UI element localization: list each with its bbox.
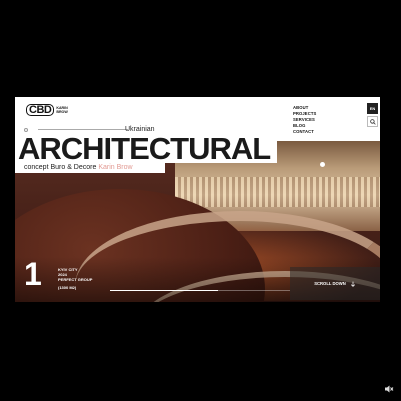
subtitle-text: concept Buro & Decore (24, 164, 97, 171)
mute-icon[interactable] (384, 384, 394, 394)
site-logo[interactable]: CBD KARIN BROW (26, 104, 68, 116)
logo-line-2: BROW (56, 110, 68, 114)
nav-item-services[interactable]: SERVICES (293, 117, 316, 122)
divider (38, 129, 128, 130)
author-name: Karin Brow (98, 164, 133, 171)
scroll-down-button[interactable]: SCROLL DOWN (290, 267, 380, 300)
nav-item-blog[interactable]: BLOG (293, 123, 316, 128)
slider-progress-fill (110, 290, 218, 291)
scroll-down-label: SCROLL DOWN (314, 281, 346, 286)
nav-item-about[interactable]: ABOUT (293, 105, 316, 110)
website-frame: CBD KARIN BROW ABOUT PROJECTS SERVICES B… (15, 97, 380, 302)
search-button[interactable] (367, 116, 378, 127)
project-number: 1 (24, 256, 42, 292)
nav-item-contact[interactable]: CONTACT (293, 129, 316, 134)
hero-title: ARCHITECTURAL (18, 131, 271, 166)
logo-mark: CBD (26, 104, 55, 116)
photo-slats (175, 177, 380, 207)
project-group: PERFECT GROUP (58, 277, 93, 282)
search-icon (369, 118, 376, 125)
logo-text: KARIN BROW (56, 106, 67, 114)
language-button[interactable]: EN (367, 103, 378, 114)
slider-progress[interactable] (110, 290, 290, 291)
project-area: (1300 M2) (58, 285, 77, 290)
hero-subtitle: concept Buro & Decore Karin Brow (24, 163, 133, 173)
project-meta: KYIV CITY 2024 PERFECT GROUP (1300 M2) (58, 267, 92, 290)
cursor-dot (320, 162, 325, 167)
arrow-down-icon (350, 281, 355, 287)
main-nav: ABOUT PROJECTS SERVICES BLOG CONTACT (293, 105, 316, 134)
nav-item-projects[interactable]: PROJECTS (293, 111, 316, 116)
